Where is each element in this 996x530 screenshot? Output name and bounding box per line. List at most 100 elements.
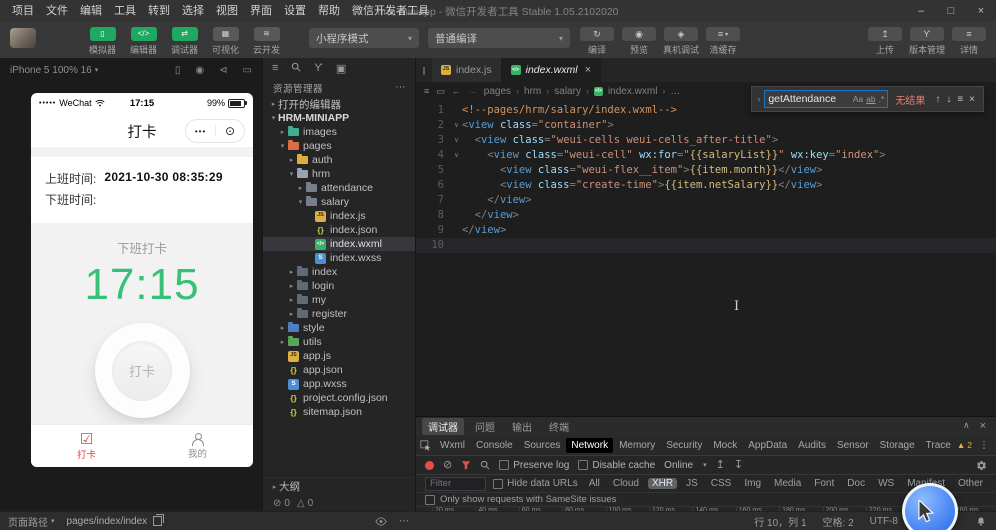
gear-icon[interactable] [976,460,987,471]
tree-item-app.js[interactable]: JS app.js [263,349,416,363]
breadcrumb-item[interactable]: salary [554,86,581,97]
menu-item-5[interactable]: 选择 [176,0,210,22]
tree-item-register[interactable]: ▸ register [263,307,416,321]
devtools-tab-Console[interactable]: Console [471,438,518,453]
split-editor-icon[interactable]: ∥ [416,58,432,82]
breadcrumb-item[interactable]: hrm [524,86,541,97]
list-icon[interactable]: ≡ [272,62,278,74]
tree-item-app.wxss[interactable]: Sapp.wxss [263,377,416,391]
toolbar-action-layers[interactable]: ≡ ▾ 清缓存 [702,22,744,58]
tree-item-hrm[interactable]: ▾ hrm [263,167,416,181]
search-icon[interactable] [480,460,490,470]
tree-item-login[interactable]: ▸ login [263,279,416,293]
share-icon[interactable]: ⊲ [219,65,227,76]
more-icon[interactable]: ••• [195,127,206,136]
toolbar-button-phone[interactable]: ▯ 模拟器 [82,22,123,58]
tree-item-attendance[interactable]: ▸ attendance [263,181,416,195]
close-button[interactable]: × [966,0,996,22]
throttling-select[interactable]: Online ▾ [664,460,706,471]
warning-badge[interactable]: ▲ 2 [957,440,972,450]
menu-icon[interactable]: ≡ [424,86,429,96]
mode-select[interactable]: 小程序模式 ▾ [309,28,419,48]
fold-icon[interactable]: ∨ [451,148,462,163]
devtools-tab-Security[interactable]: Security [661,438,707,453]
maximize-button[interactable]: □ [936,0,966,22]
type-filter-Img[interactable]: Img [740,478,765,489]
close-icon[interactable]: × [969,94,975,105]
tree-item-index.json[interactable]: {} index.json [263,223,416,237]
menu-item-8[interactable]: 设置 [278,0,312,22]
menu-item-2[interactable]: 编辑 [74,0,108,22]
export-har-icon[interactable]: ↧ [734,459,743,471]
import-har-icon[interactable]: ↥ [716,459,725,471]
filter-input[interactable] [426,478,486,489]
notifications-bell-icon[interactable] [976,516,986,527]
menu-item-3[interactable]: 工具 [108,0,142,22]
tree-item-index.js[interactable]: JS index.js [263,209,416,223]
type-filter-JS[interactable]: JS [682,478,702,489]
toolbar-action-upload[interactable]: ↥ 上传 [864,22,906,58]
menu-item-7[interactable]: 界面 [244,0,278,22]
chat-icon[interactable]: ▭ [243,65,252,76]
menu-item-6[interactable]: 视图 [210,0,244,22]
floating-assistant-button[interactable] [902,483,958,530]
devtools-tab-Sources[interactable]: Sources [519,438,566,453]
tree-item-my[interactable]: ▸ my [263,293,416,307]
toolbar-button-swap[interactable]: ⇄ 调试器 [164,22,205,58]
tree-item-pages[interactable]: ▾ pages [263,139,416,153]
breadcrumb-item[interactable]: pages [484,86,511,97]
forward-arrow-icon[interactable]: → [468,86,477,96]
outline-section[interactable]: ▸ 大纲 [263,477,416,495]
type-filter-CSS[interactable]: CSS [707,478,736,489]
tree-item-app.json[interactable]: {} app.json [263,363,416,377]
tree-item-打开的编辑器[interactable]: ▸ 打开的编辑器 [263,97,416,111]
type-filter-WS[interactable]: WS [874,478,898,489]
device-label[interactable]: iPhone 5 100% 16 [10,65,92,76]
toolbar-action-compile[interactable]: ↻ 编译 [576,22,618,58]
preserve-log-checkbox[interactable]: Preserve log [499,460,569,471]
box-icon[interactable]: ▣ [336,62,346,75]
devtools-tab-Memory[interactable]: Memory [614,438,660,453]
editor-tab-index.wxml[interactable]: </> index.wxml × [501,58,601,82]
tree-item-utils[interactable]: ▸ utils [263,335,416,349]
bookmark-icon[interactable]: ▭ [436,86,445,97]
panel-tab-输出[interactable]: 输出 [506,418,538,435]
editor-tab-index.js[interactable]: JS index.js [432,58,502,82]
hide-data-urls-checkbox[interactable]: Hide data URLs [493,478,578,489]
toolbar-button-code[interactable]: </> 编辑器 [123,22,164,58]
cursor-position[interactable]: 行 10，列 1 [754,514,806,529]
menu-item-1[interactable]: 文件 [40,0,74,22]
toolbar-action-list[interactable]: ≡ 详情 [948,22,990,58]
prev-match-icon[interactable]: ↑ [935,94,940,105]
punch-button[interactable]: 打卡 [94,323,190,418]
kebab-menu-icon[interactable]: ⋮ [979,440,989,451]
collapse-panel-icon[interactable]: ∧ [963,420,970,432]
devtools-tab-Trace[interactable]: Trace [921,438,956,453]
indent-setting[interactable]: 空格: 2 [823,514,854,529]
fold-icon[interactable]: ∨ [451,118,462,133]
tree-item-sitemap.json[interactable]: {} sitemap.json [263,405,416,419]
type-filter-Other[interactable]: Other [954,478,987,489]
branch-icon[interactable]: ϒ [314,62,323,74]
match-case-toggle[interactable]: Aa [853,94,863,104]
menu-item-4[interactable]: 转到 [142,0,176,22]
breadcrumb-item[interactable]: index.wxml [608,86,657,97]
find-in-selection-icon[interactable]: ≡ [957,94,963,105]
tree-item-auth[interactable]: ▸ auth [263,153,416,167]
menu-item-0[interactable]: 项目 [6,0,40,22]
filter-funnel-icon[interactable] [461,460,471,470]
menu-item-10[interactable]: 微信开发者工具 [346,0,435,22]
tree-item-HRM-MINIAPP[interactable]: ▾ HRM-MINIAPP [263,111,416,125]
back-arrow-icon[interactable]: ← [452,86,461,96]
whole-word-toggle[interactable]: ab [866,94,875,104]
devtools-tab-Mock[interactable]: Mock [708,438,742,453]
record-icon[interactable] [425,460,434,470]
tree-item-index.wxss[interactable]: Sindex.wxss [263,251,416,265]
expand-search-icon[interactable]: › [757,94,760,104]
menu-item-9[interactable]: 帮助 [312,0,346,22]
type-filter-Doc[interactable]: Doc [843,478,869,489]
devtools-tab-Wxml[interactable]: Wxml [435,438,470,453]
toolbar-button-grid[interactable]: ▦ 可视化 [205,22,246,58]
tree-item-salary[interactable]: ▾ salary [263,195,416,209]
target-icon[interactable]: ⊙ [225,125,235,137]
